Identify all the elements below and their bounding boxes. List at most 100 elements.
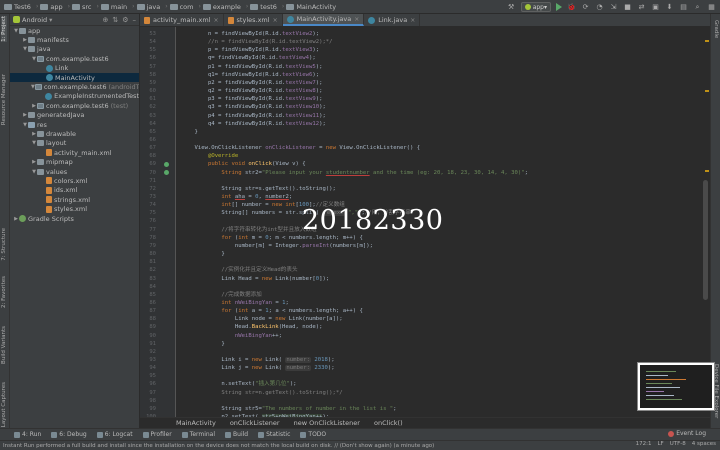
tree-item[interactable]: Link	[10, 64, 139, 73]
tree-item[interactable]: MainActivity	[10, 72, 139, 83]
breadcrumb-item[interactable]: example	[202, 3, 241, 11]
file-encoding[interactable]: UTF-8	[670, 441, 686, 447]
breadcrumb-item[interactable]: src	[72, 3, 92, 11]
structure-tab[interactable]: 7: Structure	[1, 228, 7, 261]
breadcrumb-item[interactable]: test6	[250, 3, 277, 11]
tree-item[interactable]: styles.xml	[10, 204, 139, 213]
status-message[interactable]: Instant Run performed a full build and i…	[3, 443, 434, 449]
warning-marker[interactable]	[705, 40, 709, 42]
tree-item[interactable]: ExampleInstrumentedTest	[10, 92, 139, 101]
override-marker-icon[interactable]	[164, 161, 169, 167]
tree-item[interactable]: ▼ layout	[10, 139, 139, 148]
tree-item[interactable]: ▼ java	[10, 45, 139, 54]
breadcrumb-item[interactable]: com	[169, 3, 193, 11]
gradle-tab[interactable]: Gradle	[713, 20, 719, 38]
close-icon[interactable]: ×	[354, 16, 359, 23]
project-panel: Android ▾ ⊕ ⇅ ⚙ – ▼ app ▶ manifests ▼ java ▼ co…	[10, 14, 140, 428]
tree-item[interactable]: ▶ Gradle Scripts	[10, 214, 139, 223]
folder-icon	[169, 3, 178, 10]
locate-icon[interactable]: ⊕	[102, 16, 108, 24]
stop-icon[interactable]: ■	[623, 3, 632, 12]
collapse-icon[interactable]: ⇅	[112, 16, 118, 24]
line-number: 70	[149, 169, 156, 176]
indent-setting[interactable]: 4 spaces	[692, 441, 716, 447]
tree-item[interactable]: ▼ app	[10, 26, 139, 35]
breadcrumb-item[interactable]: Test6	[4, 3, 31, 11]
editor-tab[interactable]: Link.java ×	[364, 14, 421, 26]
run-configuration-selector[interactable]: app ▾	[520, 2, 551, 12]
gear-icon[interactable]: ⚙	[122, 16, 128, 24]
tool-window-build[interactable]: Build	[225, 431, 248, 438]
tool-window-run[interactable]: 4: Run	[14, 431, 41, 438]
profile-icon[interactable]: ◔	[595, 3, 604, 12]
code-line: p = findViewById(R.id.textView3);	[181, 46, 319, 54]
tool-window-profiler[interactable]: Profiler	[142, 431, 172, 438]
tree-item[interactable]: strings.xml	[10, 195, 139, 204]
sync-icon[interactable]: ⇄	[637, 3, 646, 12]
debug-icon[interactable]: 🐞	[567, 3, 576, 12]
tree-item[interactable]: ▼ res	[10, 120, 139, 129]
editor-tab[interactable]: styles.xml ×	[224, 14, 283, 26]
close-icon[interactable]: ×	[214, 17, 219, 24]
tree-item[interactable]: ▶ manifests	[10, 35, 139, 44]
hammer-icon[interactable]: ⚒	[507, 3, 516, 12]
tree-item[interactable]: ▶ mipmap	[10, 157, 139, 166]
crumb-anonymous-class[interactable]: new OnClickListener	[294, 419, 360, 427]
tree-item-label: java	[37, 45, 51, 54]
tree-item[interactable]: ▼ com.example.test6	[10, 54, 139, 63]
tree-item[interactable]: colors.xml	[10, 176, 139, 185]
breadcrumb-item[interactable]: MainActivity	[286, 3, 336, 11]
chevron-down-icon[interactable]: ▾	[49, 16, 52, 24]
crumb-field[interactable]: onClickListener	[230, 419, 280, 427]
build-variants-tab[interactable]: Build Variants	[1, 326, 7, 364]
close-icon[interactable]: ×	[410, 17, 415, 24]
tool-window-todo[interactable]: TODO	[300, 431, 326, 438]
warning-marker[interactable]	[705, 90, 709, 92]
layout-captures-tab[interactable]: Layout Captures	[1, 382, 7, 427]
search-icon[interactable]: ⌕	[693, 3, 702, 12]
line-number: 56	[149, 55, 156, 62]
apply-changes-icon[interactable]: ⟳	[581, 3, 590, 12]
tree-item[interactable]: activity_main.xml	[10, 148, 139, 157]
editor-tab[interactable]: MainActivity.java ×	[282, 14, 365, 26]
editor-tab[interactable]: activity_main.xml ×	[140, 14, 224, 26]
res-icon	[28, 121, 35, 128]
project-tool-tab[interactable]: 1: Project	[1, 16, 7, 42]
device-icon[interactable]: ▤	[679, 3, 688, 12]
crumb-class[interactable]: MainActivity	[176, 419, 216, 427]
hide-icon[interactable]: –	[133, 16, 137, 24]
tool-window-terminal[interactable]: Terminal	[181, 431, 215, 438]
caret-position[interactable]: 172:1	[636, 441, 652, 447]
override-marker-icon[interactable]	[164, 170, 169, 176]
warning-marker[interactable]	[705, 170, 709, 172]
tree-item[interactable]: ▶ generatedJava	[10, 111, 139, 120]
resource-manager-tab[interactable]: Resource Manager	[1, 74, 7, 125]
breadcrumb-item[interactable]: main	[100, 3, 127, 11]
tool-window-statistic[interactable]: Statistic	[258, 431, 290, 438]
breadcrumb-item[interactable]: app	[40, 3, 63, 11]
tree-item[interactable]: ids.xml	[10, 186, 139, 195]
sdk-icon[interactable]: ⬇	[665, 3, 674, 12]
favorites-tab[interactable]: 2: Favorites	[1, 276, 7, 308]
tree-item[interactable]: ▼ com.example.test6 (androidTe	[10, 82, 139, 91]
status-indicators: 172:1 LF UTF-8 4 spaces	[636, 441, 716, 447]
tree-item[interactable]: ▶ drawable	[10, 129, 139, 138]
code-token: Link i =	[181, 357, 252, 363]
attach-icon[interactable]: ⇲	[609, 3, 618, 12]
tool-window-debug[interactable]: 6: Debug	[51, 431, 87, 438]
avd-icon[interactable]: ▣	[651, 3, 660, 12]
breadcrumb-item[interactable]: java	[136, 3, 160, 11]
scrollbar-thumb[interactable]	[703, 180, 708, 300]
tree-item[interactable]: ▼ values	[10, 167, 139, 176]
tree-item[interactable]: ▶ com.example.test6 (test)	[10, 101, 139, 110]
project-view-selector[interactable]: Android	[22, 16, 47, 24]
run-icon[interactable]	[556, 3, 562, 11]
line-separator[interactable]: LF	[657, 441, 663, 447]
tool-window-logcat[interactable]: 6: Logcat	[96, 431, 133, 438]
crumb-method[interactable]: onClick()	[374, 419, 403, 427]
more-icon[interactable]: ▦	[707, 3, 716, 12]
close-icon[interactable]: ×	[273, 17, 278, 24]
event-log-button[interactable]: Event Log	[668, 430, 706, 437]
